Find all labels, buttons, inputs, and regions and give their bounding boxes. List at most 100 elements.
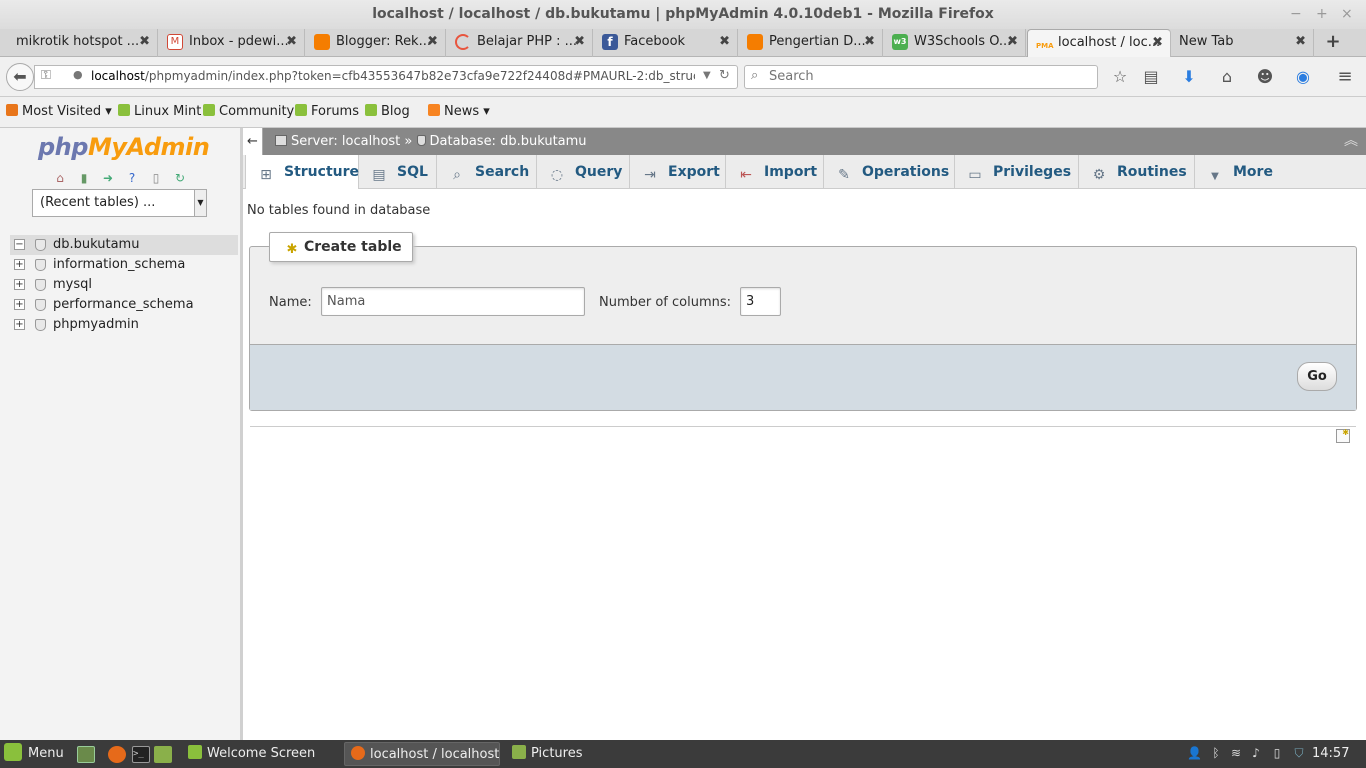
bookmark-community[interactable]: Community <box>203 104 294 119</box>
db-item-phpmyadmin[interactable]: + phpmyadmin <box>10 315 238 335</box>
db-item-performance-schema[interactable]: + performance_schema <box>10 295 238 315</box>
tab-new-tab[interactable]: New Tab ✖ <box>1172 29 1314 57</box>
tab-import[interactable]: ⇤ Import <box>726 155 824 189</box>
close-window-icon[interactable]: × <box>1341 0 1353 29</box>
bookmarks-menu-icon[interactable]: ▤ <box>1140 66 1162 88</box>
tab-privileges[interactable]: ▭ Privileges <box>955 155 1079 189</box>
tab-operations[interactable]: ✎ Operations <box>824 155 955 189</box>
taskbar-window-pictures[interactable]: Pictures <box>506 742 656 766</box>
minimize-icon[interactable]: − <box>1290 0 1302 29</box>
tab-facebook[interactable]: f Facebook ✖ <box>594 29 738 57</box>
hamburger-menu-icon[interactable]: ≡ <box>1334 66 1356 88</box>
files-icon[interactable] <box>154 746 172 763</box>
close-tab-icon[interactable]: ✖ <box>139 29 150 55</box>
breadcrumb-server[interactable]: Server: localhost <box>291 134 400 149</box>
new-tab-plus-icon[interactable]: + <box>1322 29 1344 57</box>
dropdown-arrow-icon[interactable]: ▼ <box>703 70 711 81</box>
tab-w3schools[interactable]: w3 W3Schools O... ✖ <box>884 29 1026 57</box>
tab-search[interactable]: ⌕ Search <box>437 155 537 189</box>
search-bar[interactable]: ⌕ <box>744 65 1098 89</box>
tab-query[interactable]: ◌ Query <box>537 155 630 189</box>
tab-sql[interactable]: ▤ SQL <box>359 155 437 189</box>
tab-inbox[interactable]: M Inbox - pdewi... ✖ <box>159 29 305 57</box>
logout-icon[interactable]: ▮ <box>76 170 92 186</box>
close-tab-icon[interactable]: ✖ <box>719 29 730 55</box>
taskbar-window-firefox[interactable]: localhost / localhost ... <box>344 742 500 766</box>
close-tab-icon[interactable]: ✖ <box>1152 30 1163 56</box>
bookmark-blog[interactable]: Blog <box>365 104 410 119</box>
home-icon[interactable]: ⌂ <box>1216 66 1238 88</box>
page-settings-icon[interactable]: ✱ <box>1336 429 1350 443</box>
tab-localhost[interactable]: PMA localhost / loc... ✖ <box>1027 29 1171 57</box>
bookmark-label: Blog <box>381 104 410 119</box>
close-tab-icon[interactable]: ✖ <box>427 29 438 55</box>
collapse-icon[interactable]: − <box>14 239 25 250</box>
bookmark-star-icon[interactable]: ☆ <box>1109 66 1131 88</box>
bookmark-forums[interactable]: Forums <box>295 104 359 119</box>
bluetooth-icon[interactable]: ᛒ <box>1209 745 1223 761</box>
bookmark-linux-mint[interactable]: Linux Mint <box>118 104 201 119</box>
terminal-icon[interactable]: >_ <box>132 746 150 763</box>
phpmyadmin-logo[interactable]: phpMyAdmin <box>38 133 210 161</box>
volume-icon[interactable]: ♪ <box>1249 745 1263 761</box>
tab-export[interactable]: ⇥ Export <box>630 155 726 189</box>
recent-tables-select[interactable]: (Recent tables) ... ▼ <box>32 189 207 217</box>
start-menu-button[interactable]: Menu <box>4 740 64 768</box>
collapse-nav-arrow-icon[interactable]: ← <box>243 128 263 155</box>
sql-query-icon[interactable]: ➜ <box>100 170 116 186</box>
db-item-mysql[interactable]: + mysql <box>10 275 238 295</box>
expand-icon[interactable]: + <box>14 259 25 270</box>
bookmark-most-visited[interactable]: Most Visited ▾ <box>6 104 112 119</box>
firefox-icon <box>351 746 365 760</box>
expand-icon[interactable]: + <box>14 319 25 330</box>
help-icon[interactable]: ? <box>124 170 140 186</box>
battery-icon[interactable]: ▯ <box>1270 745 1284 761</box>
url-path: /phpmyadmin/index.php?token=cfb43553647b… <box>144 69 695 83</box>
wifi-icon[interactable]: ≋ <box>1229 745 1243 761</box>
tab-structure[interactable]: ⊞ Structure <box>245 155 359 189</box>
number-of-columns-input[interactable] <box>740 287 781 316</box>
close-tab-icon[interactable]: ✖ <box>1007 29 1018 55</box>
user-icon[interactable]: 👤 <box>1187 745 1202 761</box>
close-tab-icon[interactable]: ✖ <box>286 29 297 55</box>
close-tab-icon[interactable]: ✖ <box>574 29 585 55</box>
close-tab-icon[interactable]: ✖ <box>864 29 875 55</box>
tab-label: Operations <box>862 164 950 180</box>
go-button[interactable]: Go <box>1297 362 1337 391</box>
expand-icon[interactable]: + <box>14 299 25 310</box>
tab-blogger[interactable]: Blogger: Rek... ✖ <box>306 29 446 57</box>
db-name: information_schema <box>53 257 186 272</box>
chevron-down-icon: ▼ <box>1211 171 1219 182</box>
table-name-input[interactable] <box>321 287 585 316</box>
home-icon[interactable]: ⌂ <box>52 170 68 186</box>
downloads-icon[interactable]: ⬇ <box>1178 66 1200 88</box>
bookmark-news[interactable]: News ▾ <box>428 104 490 119</box>
tab-routines[interactable]: ⚙ Routines <box>1079 155 1195 189</box>
shield-icon[interactable]: ⛉ <box>1292 745 1306 761</box>
addon-icon[interactable]: ◉ <box>1292 66 1314 88</box>
close-tab-icon[interactable]: ✖ <box>1295 29 1306 55</box>
db-item-bukutamu[interactable]: − db.bukutamu <box>10 235 238 255</box>
breadcrumb-database[interactable]: Database: db.bukutamu <box>430 134 587 149</box>
clock[interactable]: 14:57 <box>1312 740 1349 768</box>
db-item-information-schema[interactable]: + information_schema <box>10 255 238 275</box>
docs-icon[interactable]: ▯ <box>148 170 164 186</box>
show-desktop-icon[interactable] <box>77 746 95 763</box>
tab-label: New Tab <box>1179 34 1234 49</box>
firefox-icon[interactable] <box>108 746 126 763</box>
reload-icon[interactable]: ↻ <box>719 68 730 83</box>
expand-icon[interactable]: + <box>14 279 25 290</box>
url-bar[interactable]: ⚿ ● localhost/phpmyadmin/index.php?token… <box>34 65 738 89</box>
tab-label: Blogger: Rek... <box>336 34 431 49</box>
reload-nav-icon[interactable]: ↻ <box>172 170 188 186</box>
search-input[interactable] <box>769 69 1089 84</box>
back-button[interactable]: ⬅ <box>6 63 34 91</box>
tab-mikrotik[interactable]: mikrotik hotspot ... ✖ <box>0 29 158 57</box>
tab-more[interactable]: ▼ More <box>1195 155 1273 189</box>
taskbar-window-welcome[interactable]: Welcome Screen <box>182 742 336 766</box>
tab-pengertian[interactable]: Pengertian D... ✖ <box>739 29 883 57</box>
chat-icon[interactable]: ☻ <box>1254 66 1276 88</box>
scroll-top-icon[interactable]: ︽ <box>1344 128 1358 155</box>
maximize-icon[interactable]: + <box>1316 0 1328 29</box>
tab-belajar-php[interactable]: Belajar PHP : ... ✖ <box>447 29 593 57</box>
